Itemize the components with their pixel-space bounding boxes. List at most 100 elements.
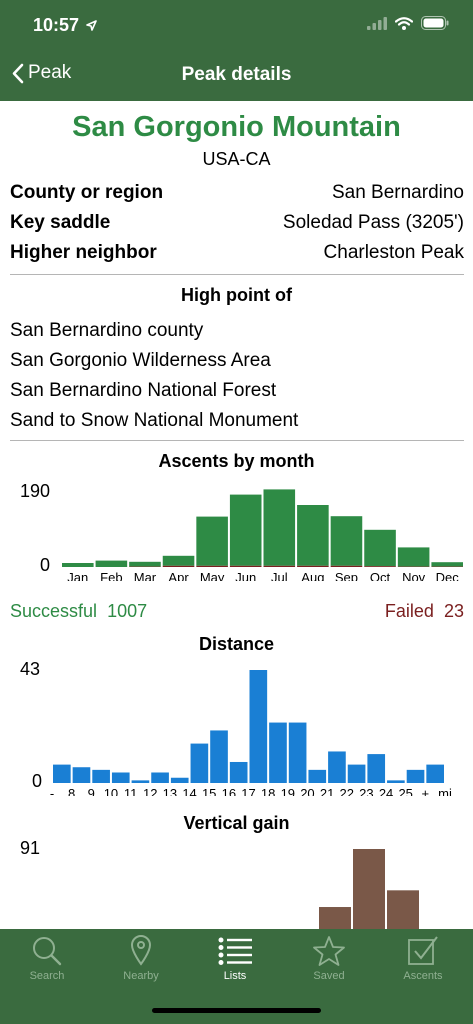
bar-successful: [95, 560, 128, 567]
chart-title-distance: Distance: [198, 634, 275, 654]
successful-label: Successful: [10, 601, 98, 621]
vertical-gain-bar: [387, 890, 419, 929]
distance-tick-label: 21: [320, 786, 334, 796]
distance-bar: [210, 730, 228, 783]
distance-bar: [131, 780, 150, 783]
bar-failed: [196, 565, 228, 567]
distance-bar: [347, 764, 366, 783]
status-time: 10:57: [33, 15, 97, 36]
high-point-title: High point of: [181, 285, 292, 305]
distance-tick-label: 22: [340, 786, 354, 796]
info-value: San Bernardino: [331, 182, 464, 203]
distance-bar: [426, 764, 444, 783]
bar-successful: [364, 529, 396, 567]
month-tick-label: Apr: [168, 570, 189, 581]
distance-tick-label: 19: [281, 786, 295, 796]
month-tick-label: Sep: [335, 570, 358, 581]
list-icon: [218, 937, 252, 965]
distance-tick-label: 10: [104, 786, 118, 796]
distance-tick-label: 16: [222, 786, 236, 796]
tab-saved[interactable]: Saved: [282, 929, 376, 1004]
checkbox-icon: [408, 936, 438, 965]
distance-tick-label: 15: [202, 786, 216, 796]
bar-successful: [397, 547, 430, 567]
tab-ascents[interactable]: Ascents: [376, 929, 470, 1004]
successful-legend: Successful 1007: [10, 601, 147, 622]
month-tick-label: Jan: [67, 570, 88, 581]
distance-tick-label: 9: [88, 786, 95, 796]
tab-nearby[interactable]: Nearby: [94, 929, 188, 1004]
info-row-key-saddle: Key saddle Soledad Pass (3205'): [10, 212, 464, 234]
bar-failed: [364, 566, 396, 567]
distance-tick-label: 17: [241, 786, 255, 796]
failed-count: 23: [443, 601, 464, 621]
bar-failed: [297, 565, 329, 567]
month-tick-label: May: [200, 570, 225, 581]
high-point-item: San Gorgonio Wilderness Area: [10, 350, 271, 371]
vertical-gain-chart: [319, 849, 419, 929]
distance-tick-label: 14: [182, 786, 196, 796]
bar-successful: [330, 516, 363, 566]
info-value: Charleston Peak: [323, 242, 464, 263]
month-tick-label: Jun: [235, 570, 256, 581]
month-tick-label: Nov: [402, 570, 426, 581]
tab-label: Saved: [313, 970, 345, 982]
distance-bar: [249, 670, 268, 783]
wifi-icon: [395, 16, 413, 30]
vertical-gain-bar: [353, 849, 385, 929]
month-tick-label: Oct: [370, 570, 391, 581]
distance-bar: [151, 772, 169, 783]
high-point-item: San Bernardino county: [10, 320, 204, 341]
bar-successful: [229, 494, 262, 566]
battery-icon: [421, 16, 449, 30]
tab-lists[interactable]: Lists: [188, 929, 282, 1004]
star-icon: [313, 936, 345, 966]
vertical-gain-bar: [319, 907, 351, 929]
status-icons: [367, 16, 449, 30]
tab-label: Ascents: [403, 970, 443, 982]
high-point-item: Sand to Snow National Monument: [10, 410, 299, 431]
distance-tick-label: 25: [398, 786, 412, 796]
bar-failed: [330, 565, 363, 567]
bar-successful: [62, 563, 94, 567]
distance-chart: - 8 9 10 11 12 13 14 15 16 17 18 19 20 21 22 23 24 25 + mi: [50, 670, 452, 796]
distance-tick-label: 24: [379, 786, 393, 796]
info-value: Soledad Pass (3205'): [282, 212, 464, 233]
distance-tick-label: 12: [143, 786, 157, 796]
tab-search[interactable]: Search: [0, 929, 94, 1004]
cellular-signal-icon: [367, 16, 387, 30]
distance-bar: [328, 751, 346, 783]
distance-bar: [406, 769, 425, 783]
distance-bar: [111, 772, 130, 783]
distance-bar: [170, 777, 189, 783]
peak-details-content[interactable]: San Gorgonio Mountain USA-CA County or r…: [0, 101, 473, 929]
distance-tick-label: -: [50, 786, 54, 796]
distance-tick-label: 23: [359, 786, 373, 796]
info-key: Key saddle: [10, 212, 111, 233]
distance-bar: [72, 767, 91, 783]
failed-legend: Failed 23: [385, 601, 464, 622]
app-header: 10:57 Peak Peak details: [0, 0, 473, 101]
divider: [10, 274, 464, 275]
bar-successful: [263, 489, 296, 566]
bar-successful: [129, 561, 161, 567]
ascents-by-month-chart: Jan Feb Mar Apr May Jun Jul Aug Sep Oct Nov Dec: [62, 489, 463, 581]
search-icon: [33, 937, 62, 966]
distance-bar: [367, 754, 386, 783]
chart-title-vertical-gain: Vertical gain: [183, 813, 290, 833]
bar-failed: [229, 565, 262, 567]
location-arrow-icon: [86, 20, 97, 31]
month-tick-label: Aug: [301, 570, 324, 581]
divider: [10, 440, 464, 441]
month-tick-label: Mar: [134, 570, 157, 581]
distance-bar: [308, 769, 327, 783]
tab-label: Nearby: [123, 970, 159, 982]
status-time-text: 10:57: [33, 15, 80, 35]
info-row-higher-neighbor: Higher neighbor Charleston Peak: [10, 242, 464, 264]
tab-label: Lists: [223, 970, 247, 982]
info-key: Higher neighbor: [10, 242, 157, 263]
month-tick-label: Dec: [436, 570, 460, 581]
distance-tick-label: 18: [261, 786, 275, 796]
failed-label: Failed: [384, 601, 434, 621]
distance-bar: [387, 780, 405, 783]
